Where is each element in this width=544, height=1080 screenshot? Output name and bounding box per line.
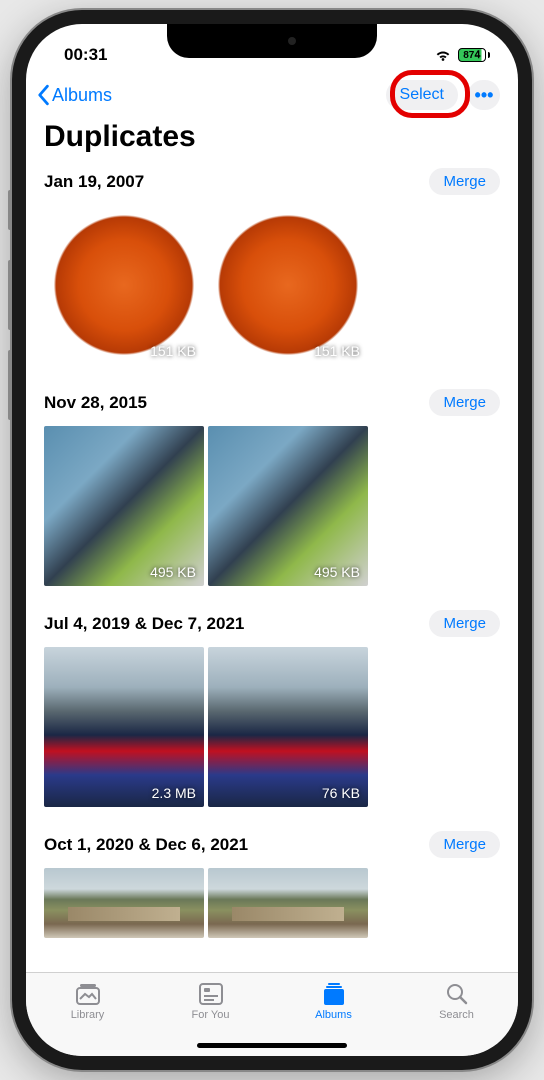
merge-button[interactable]: Merge [429, 389, 500, 416]
group-date: Nov 28, 2015 [44, 393, 147, 413]
merge-button[interactable]: Merge [429, 168, 500, 195]
file-size: 2.3 MB [152, 785, 196, 801]
chevron-left-icon [36, 84, 50, 106]
nav-bar: Albums Select ••• [26, 72, 518, 116]
content-scroll[interactable]: Jan 19, 2007 Merge 151 KB 151 KB Nov 28,… [26, 168, 518, 974]
device-frame: 00:31 87𝟦 Albums Select ••• [12, 10, 532, 1070]
tab-label: Search [439, 1009, 474, 1021]
merge-button[interactable]: Merge [429, 831, 500, 858]
duplicate-group: Oct 1, 2020 & Dec 6, 2021 Merge [26, 831, 518, 962]
more-button[interactable]: ••• [468, 80, 500, 110]
status-right: 87𝟦 [434, 48, 490, 62]
duplicate-group: Jul 4, 2019 & Dec 7, 2021 Merge 2.3 MB 7… [26, 610, 518, 831]
home-indicator[interactable] [197, 1043, 347, 1048]
group-date: Jan 19, 2007 [44, 172, 144, 192]
photo-thumbnail[interactable]: 76 KB [208, 647, 368, 807]
tab-bar: Library For You Albums Search [26, 972, 518, 1056]
tab-foryou[interactable]: For You [171, 981, 251, 1021]
status-time: 00:31 [64, 45, 107, 65]
photo-thumbnail[interactable]: 151 KB [208, 205, 368, 365]
file-size: 495 KB [314, 564, 360, 580]
albums-icon [319, 981, 349, 1007]
screen: 00:31 87𝟦 Albums Select ••• [26, 24, 518, 1056]
merge-button[interactable]: Merge [429, 610, 500, 637]
back-label: Albums [52, 85, 112, 106]
file-size: 76 KB [322, 785, 360, 801]
tab-label: For You [192, 1009, 230, 1021]
photo-thumbnail[interactable]: 2.3 MB [44, 647, 204, 807]
notch [167, 24, 377, 58]
tab-label: Library [71, 1009, 105, 1021]
tab-albums[interactable]: Albums [294, 981, 374, 1021]
file-size: 151 KB [314, 343, 360, 359]
photo-thumbnail[interactable]: 495 KB [208, 426, 368, 586]
photo-thumbnail[interactable]: 151 KB [44, 205, 204, 365]
back-button[interactable]: Albums [36, 84, 112, 106]
photo-thumbnail[interactable] [44, 868, 204, 938]
ellipsis-icon: ••• [475, 85, 494, 106]
tab-label: Albums [315, 1009, 352, 1021]
library-icon [73, 981, 103, 1007]
group-date: Oct 1, 2020 & Dec 6, 2021 [44, 835, 248, 855]
tab-search[interactable]: Search [417, 981, 497, 1021]
photo-thumbnail[interactable] [208, 868, 368, 938]
file-size: 151 KB [150, 343, 196, 359]
tutorial-highlight [390, 70, 470, 118]
foryou-icon [196, 981, 226, 1007]
page-title: Duplicates [26, 116, 518, 168]
group-date: Jul 4, 2019 & Dec 7, 2021 [44, 614, 244, 634]
duplicate-group: Nov 28, 2015 Merge 495 KB 495 KB [26, 389, 518, 610]
tab-library[interactable]: Library [48, 981, 128, 1021]
photo-thumbnail[interactable]: 495 KB [44, 426, 204, 586]
duplicate-group: Jan 19, 2007 Merge 151 KB 151 KB [26, 168, 518, 389]
battery-indicator: 87𝟦 [458, 48, 490, 62]
file-size: 495 KB [150, 564, 196, 580]
wifi-icon [434, 48, 452, 62]
search-icon [442, 981, 472, 1007]
